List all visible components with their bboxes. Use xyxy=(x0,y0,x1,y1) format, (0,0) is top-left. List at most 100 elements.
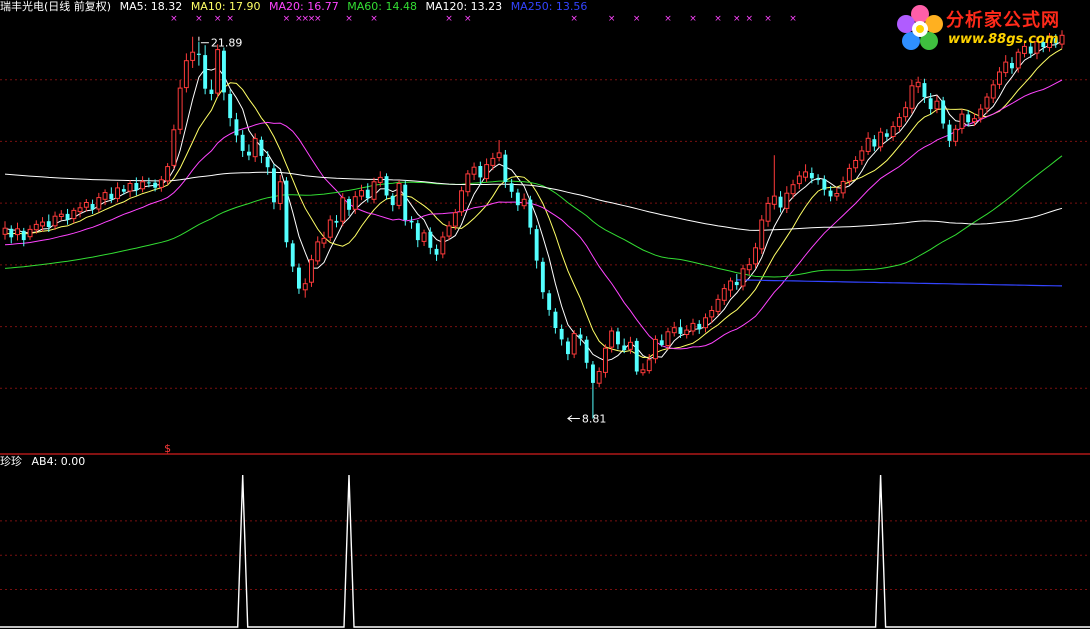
candle-up xyxy=(371,181,377,200)
signal-marker: × xyxy=(226,14,234,24)
ma5-line xyxy=(4,40,1063,362)
signal-markers: × × × × × ×××× × × × × × × × × × × × × × × xyxy=(170,14,797,24)
signal-marker: × xyxy=(733,14,741,24)
candle-up xyxy=(753,247,758,265)
candle-down xyxy=(828,190,833,197)
candle-up xyxy=(909,85,915,109)
candle-down xyxy=(809,173,814,179)
candle-up xyxy=(352,196,358,210)
candle-down xyxy=(528,199,533,228)
candle-up xyxy=(640,369,646,374)
candle-down xyxy=(259,139,264,156)
candle-down xyxy=(90,204,95,210)
candle-up xyxy=(452,212,458,227)
signal-marker: × xyxy=(714,14,722,24)
signal-marker: × xyxy=(608,14,616,24)
candle-down xyxy=(247,151,251,156)
ab4-line xyxy=(0,474,1090,628)
candle-up xyxy=(596,371,602,384)
candle-down xyxy=(234,119,239,136)
candle-up xyxy=(746,264,752,271)
high-label: 21.89 xyxy=(211,37,243,50)
candle-up xyxy=(740,268,746,287)
candle-down xyxy=(622,345,627,351)
candle-up xyxy=(890,126,896,137)
candle-down xyxy=(9,228,14,238)
candle-up xyxy=(102,192,108,200)
candle-down xyxy=(697,323,702,330)
signal-marker: × xyxy=(445,14,453,24)
candle-down xyxy=(428,231,433,248)
main-price-panel[interactable]: × × × × × × × × × × × × × × × × × × × × × × × 21.89 8.81 $ xyxy=(0,0,1090,455)
candle-down xyxy=(403,184,408,220)
signal-marker: × xyxy=(746,14,754,24)
candle-up xyxy=(690,322,696,332)
indicator-legend: 珍珍 AB4: 0.00 xyxy=(0,455,91,469)
signal-marker: × xyxy=(170,14,178,24)
candle-down xyxy=(228,93,233,119)
candle-down xyxy=(134,183,139,190)
candle-up xyxy=(252,138,258,158)
candle-up xyxy=(703,317,708,329)
candle-up xyxy=(77,207,83,213)
candle-down xyxy=(284,180,289,243)
candle-up xyxy=(315,241,321,262)
candle-up xyxy=(990,84,996,99)
candle-down xyxy=(922,83,927,98)
ab4-value: AB4: 0.00 xyxy=(31,455,86,468)
candle-up xyxy=(715,298,721,312)
candle-up xyxy=(796,175,802,185)
candle-up xyxy=(177,87,183,130)
candle-up xyxy=(571,333,577,355)
candle-down xyxy=(409,220,414,223)
candle-up xyxy=(27,228,33,238)
signal-marker: × xyxy=(195,14,203,24)
logo-title: 分析家公式网 xyxy=(946,10,1060,31)
signal-marker: × xyxy=(789,14,797,24)
candle-up xyxy=(465,173,471,193)
candle-down xyxy=(272,168,276,203)
candle-down xyxy=(203,55,208,89)
candle-down xyxy=(591,364,595,383)
candle-up xyxy=(490,157,496,166)
signal-marker: × xyxy=(570,14,578,24)
candle-down xyxy=(153,182,158,188)
ma120-label: MA120: 13.23 xyxy=(425,0,503,13)
candle-down xyxy=(884,133,889,137)
candle-up xyxy=(165,166,171,182)
candle-down xyxy=(584,339,589,363)
indicator-title: 珍珍 xyxy=(0,455,22,468)
indicator-grid xyxy=(0,520,1090,591)
signal-marker: × xyxy=(214,14,222,24)
signal-marker: × xyxy=(689,14,697,24)
candle-up xyxy=(728,280,733,291)
candle-down xyxy=(734,281,739,286)
candle-down xyxy=(196,53,201,55)
candle-down xyxy=(478,166,483,178)
candle-up xyxy=(790,184,796,195)
candle-up xyxy=(359,190,365,197)
candle-up xyxy=(33,223,39,231)
candle-up xyxy=(52,215,58,227)
candle-up xyxy=(803,171,808,178)
indicator-panel[interactable] xyxy=(0,455,1090,629)
ma60-line xyxy=(4,155,1063,278)
dollar-marker: $ xyxy=(164,442,171,455)
candle-down xyxy=(290,243,295,267)
candle-up xyxy=(15,228,21,236)
candles xyxy=(2,30,1065,419)
candle-down xyxy=(334,220,339,223)
candle-down xyxy=(297,267,301,289)
candle-up xyxy=(771,195,777,205)
candle-down xyxy=(941,100,946,124)
stock-title: 瑞丰光电(日线 前复权) xyxy=(0,0,112,13)
ma250-label: MA250: 13.56 xyxy=(510,0,588,13)
candle-up xyxy=(853,160,859,169)
candle-up xyxy=(459,190,465,213)
candle-down xyxy=(1010,63,1014,69)
price-grid xyxy=(0,79,1090,389)
candle-up xyxy=(83,202,89,208)
candle-up xyxy=(377,176,383,183)
candle-up xyxy=(158,179,164,188)
low-label: 8.81 xyxy=(582,413,607,426)
